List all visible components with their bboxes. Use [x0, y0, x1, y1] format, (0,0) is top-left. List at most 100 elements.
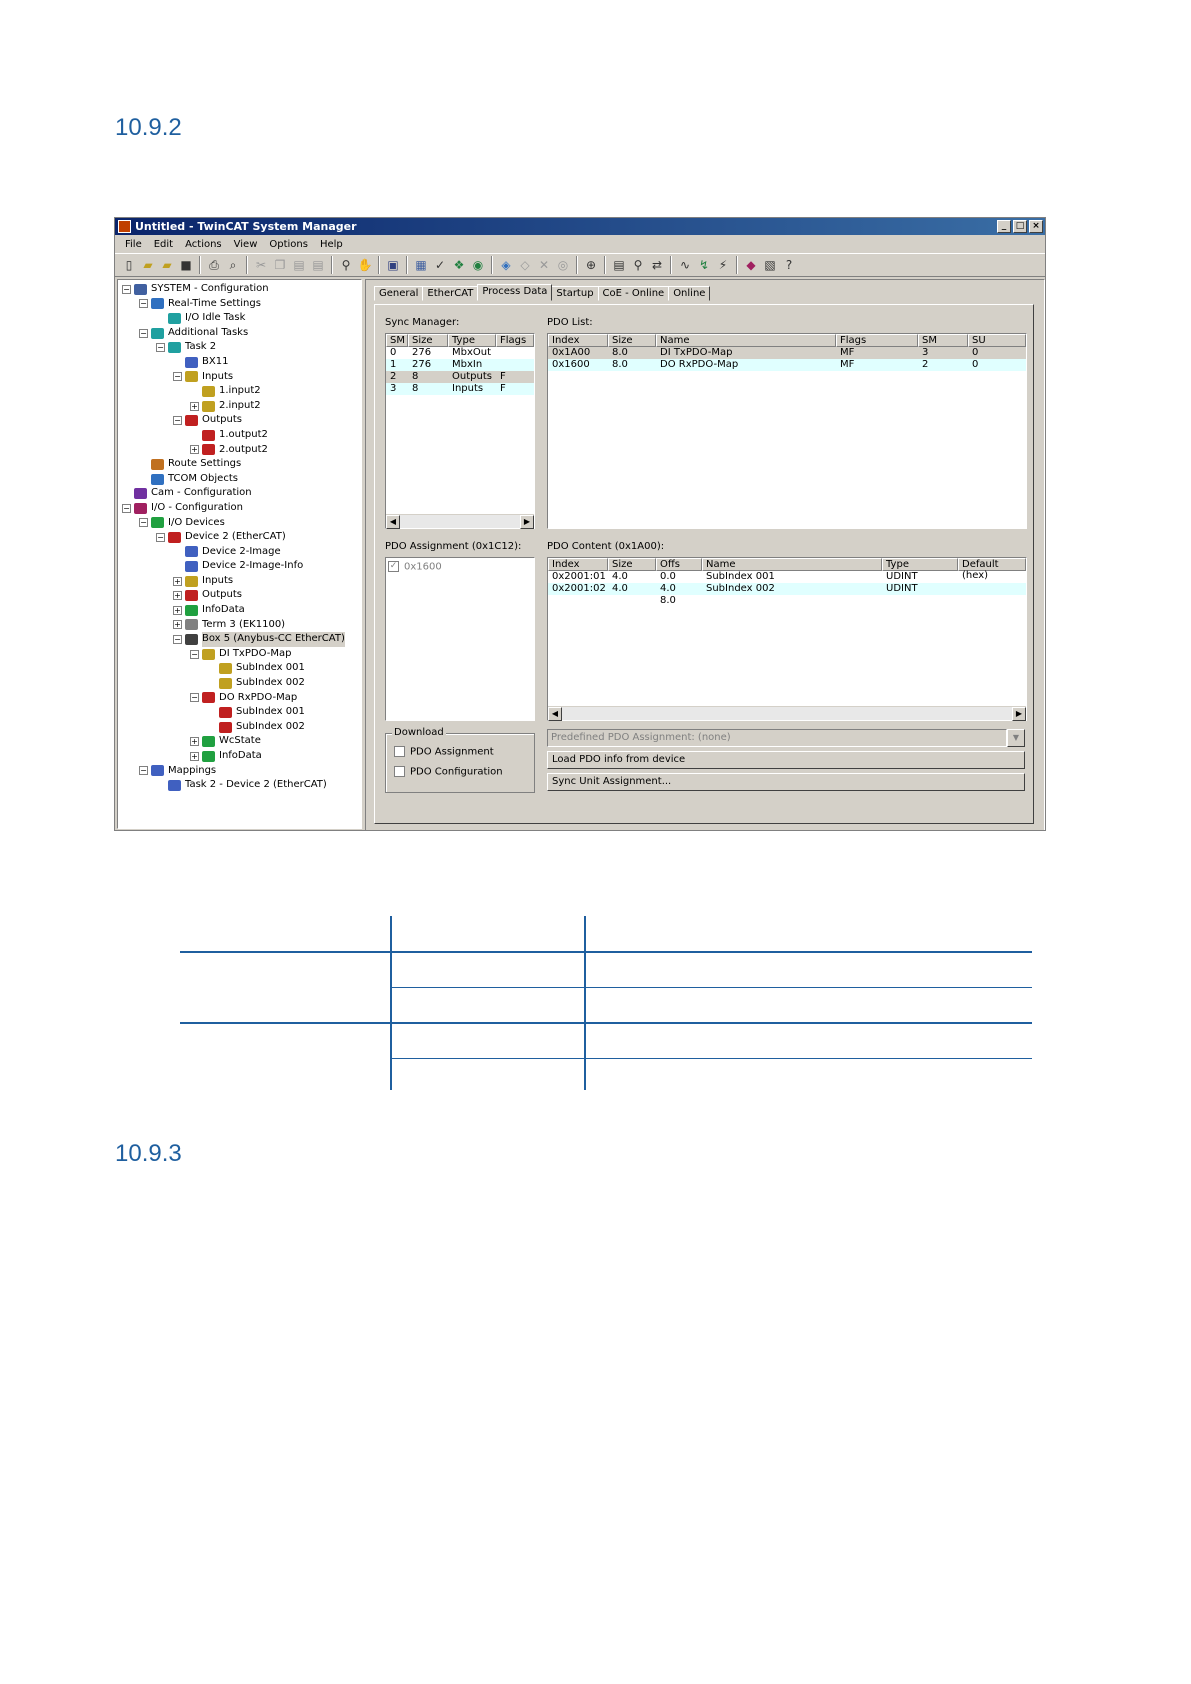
tab-coe-online[interactable]: CoE - Online — [597, 286, 670, 301]
column-header[interactable]: Name — [656, 334, 836, 347]
collapse-icon[interactable]: − — [122, 284, 131, 294]
expand-icon[interactable]: + — [173, 576, 182, 586]
open-folder-icon[interactable]: ▰ — [140, 257, 156, 273]
tree-node[interactable]: − SYSTEM - Configuration — [118, 282, 361, 297]
close-button[interactable]: × — [1029, 220, 1043, 233]
column-header[interactable]: SM — [918, 334, 968, 347]
scope-icon[interactable]: ∿ — [677, 257, 693, 273]
table-row[interactable]: 0x1A00 8.0 DI TxPDO-Map MF 3 0 — [548, 347, 1026, 359]
collapse-icon[interactable]: − — [156, 532, 165, 542]
collapse-icon[interactable]: − — [173, 635, 182, 645]
scroll-right-icon[interactable]: ▶ — [520, 515, 534, 529]
table-row[interactable]: 0x2001:01 4.0 0.0 SubIndex 001 UDINT — [548, 571, 1026, 583]
tools-icon[interactable]: ✕ — [536, 257, 552, 273]
pdo-configuration-option[interactable]: PDO Configuration — [394, 766, 503, 778]
zoom-icon[interactable]: ⊕ — [583, 257, 599, 273]
tree-node[interactable]: SubIndex 001 — [118, 661, 361, 676]
tab-startup[interactable]: Startup — [551, 286, 599, 301]
collapse-icon[interactable]: − — [139, 328, 148, 338]
scroll-left-icon[interactable]: ◀ — [548, 707, 562, 721]
target-system-icon[interactable]: ▣ — [385, 257, 401, 273]
open-remote-icon[interactable]: ▰ — [159, 257, 175, 273]
collapse-icon[interactable]: − — [122, 503, 131, 513]
tree-node[interactable]: TCOM Objects — [118, 472, 361, 487]
tab-ethercat[interactable]: EtherCAT — [422, 286, 479, 301]
expand-icon[interactable]: + — [173, 620, 182, 630]
tree-node[interactable]: + Outputs — [118, 588, 361, 603]
maximize-button[interactable]: □ — [1013, 220, 1027, 233]
tree-node[interactable]: − Real-Time Settings — [118, 297, 361, 312]
print-icon[interactable]: ⎙ — [206, 257, 222, 273]
tree-node[interactable]: Task 2 - Device 2 (EtherCAT) — [118, 778, 361, 793]
document-icon[interactable]: ▤ — [611, 257, 627, 273]
pdo-assignment-list[interactable]: ✓ 0x1600 — [385, 557, 535, 721]
tree-node[interactable]: 1.input2 — [118, 384, 361, 399]
sync-manager-scrollbar[interactable]: ◀ ▶ — [386, 514, 534, 529]
scan-devices-icon[interactable]: ◇ — [517, 257, 533, 273]
menu-view[interactable]: View — [228, 239, 264, 250]
table-row[interactable]: 3 8 Inputs F — [386, 383, 534, 395]
check-config-icon[interactable]: ✓ — [432, 257, 448, 273]
menu-edit[interactable]: Edit — [148, 239, 179, 250]
generate-mappings-icon[interactable]: ▦ — [413, 257, 429, 273]
table-row[interactable]: 2 8 Outputs F — [386, 371, 534, 383]
target-icon[interactable]: ◎ — [555, 257, 571, 273]
find-next-icon[interactable]: ⇄ — [649, 257, 665, 273]
pdo-assignment-option[interactable]: PDO Assignment — [394, 746, 494, 758]
minimize-button[interactable]: _ — [997, 220, 1011, 233]
tree-node[interactable]: +2.output2 — [118, 443, 361, 458]
hand-icon[interactable]: ✋ — [357, 257, 373, 273]
table-row[interactable]: 0x2001:02 4.0 4.0 SubIndex 002 UDINT — [548, 583, 1026, 595]
tree-node[interactable]: − DI TxPDO-Map — [118, 647, 361, 662]
tree-node[interactable]: − Device 2 (EtherCAT) — [118, 530, 361, 545]
pdo-content-scrollbar[interactable]: ◀ ▶ — [548, 706, 1026, 721]
tab-process-data[interactable]: Process Data — [477, 284, 553, 301]
expand-icon[interactable]: + — [173, 591, 182, 601]
column-header[interactable]: Size — [408, 334, 448, 347]
scroll-right-icon[interactable]: ▶ — [1012, 707, 1026, 721]
tree-node[interactable]: BX11 — [118, 355, 361, 370]
tree-node[interactable]: + Term 3 (EK1100) — [118, 618, 361, 633]
expand-icon[interactable]: + — [190, 751, 199, 761]
pdo-assignment-download-checkbox[interactable] — [394, 746, 405, 757]
copy-icon[interactable]: ❐ — [272, 257, 288, 273]
table-row[interactable]: 8.0 — [548, 595, 1026, 607]
column-header[interactable]: Flags — [496, 334, 534, 347]
column-header[interactable]: Index — [548, 334, 608, 347]
pdo-assignment-item[interactable]: ✓ 0x1600 — [386, 558, 534, 576]
tree-node[interactable]: SubIndex 002 — [118, 676, 361, 691]
info-icon[interactable]: ▧ — [762, 257, 778, 273]
pdo-content-list[interactable]: Index Size Offs Name Type Default (hex) 0x200… — [547, 557, 1027, 721]
collapse-icon[interactable]: − — [173, 416, 182, 426]
column-header[interactable]: SM — [386, 334, 408, 347]
pdo-list[interactable]: Index Size Name Flags SM SU 0x1A00 8.0 DI TxPDO… — [547, 333, 1027, 529]
tree-node[interactable]: Route Settings — [118, 457, 361, 472]
tree-node[interactable]: 1.output2 — [118, 428, 361, 443]
column-header[interactable]: Flags — [836, 334, 918, 347]
menu-help[interactable]: Help — [314, 239, 349, 250]
freerun-icon[interactable]: ⚡ — [715, 257, 731, 273]
tree-node[interactable]: − I/O - Configuration — [118, 501, 361, 516]
tree-node[interactable]: + InfoData — [118, 603, 361, 618]
table-row[interactable]: 1 276 MbxIn — [386, 359, 534, 371]
collapse-icon[interactable]: − — [139, 299, 148, 309]
column-header[interactable]: Type — [448, 334, 496, 347]
column-header[interactable]: Name — [702, 558, 882, 571]
menu-file[interactable]: File — [119, 239, 148, 250]
tree-node[interactable]: − Task 2 — [118, 340, 361, 355]
tab-general[interactable]: General — [374, 286, 424, 301]
expand-icon[interactable]: + — [190, 401, 199, 411]
cut-icon[interactable]: ✂ — [253, 257, 269, 273]
tab-online[interactable]: Online — [668, 286, 711, 301]
tree-node[interactable]: + Inputs — [118, 574, 361, 589]
collapse-icon[interactable]: − — [190, 649, 199, 659]
tree-node[interactable]: − Additional Tasks — [118, 326, 361, 341]
tree-node[interactable]: + InfoData — [118, 749, 361, 764]
print-preview-icon[interactable]: ⌕ — [225, 257, 241, 273]
predefined-pdo-select[interactable]: Predefined PDO Assignment: (none) — [547, 729, 1007, 747]
chevron-down-icon[interactable]: ▼ — [1007, 729, 1025, 747]
collapse-icon[interactable]: − — [173, 372, 182, 382]
menu-options[interactable]: Options — [263, 239, 314, 250]
collapse-icon[interactable]: − — [156, 343, 165, 353]
collapse-icon[interactable]: − — [190, 693, 199, 703]
